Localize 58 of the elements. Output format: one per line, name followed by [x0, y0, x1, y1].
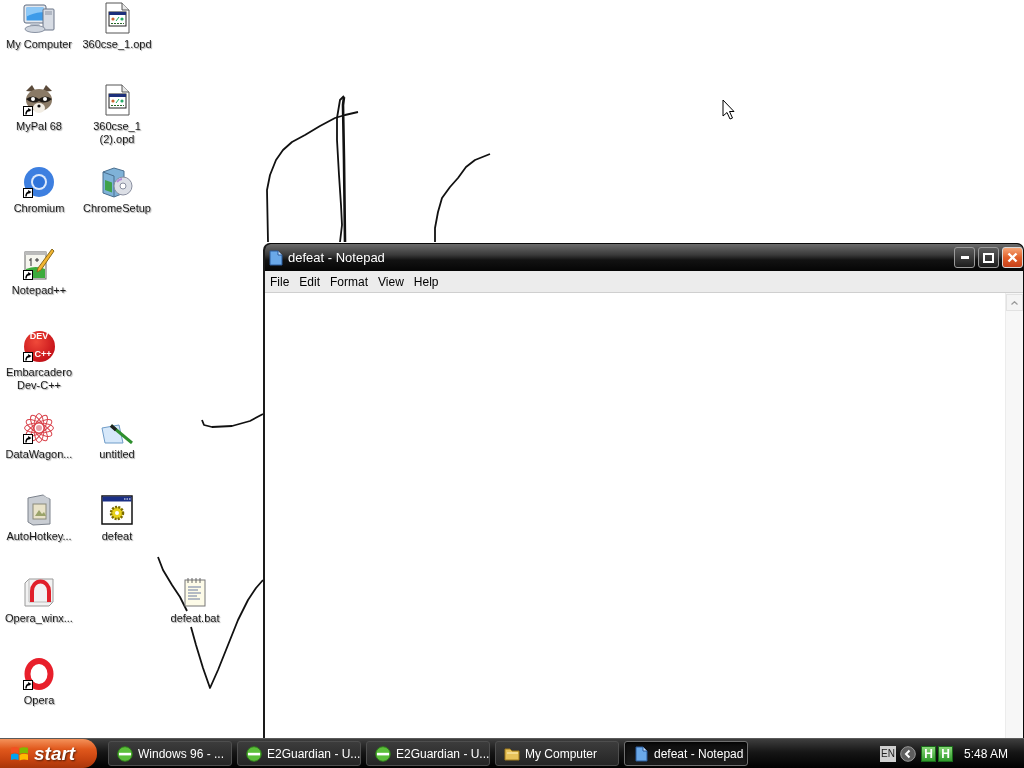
icon-label[interactable]: untitled [99, 448, 135, 461]
icon-label[interactable]: ChromeSetup [83, 202, 151, 215]
computer-icon[interactable] [23, 2, 55, 34]
chevron-icon[interactable] [899, 745, 916, 762]
clock[interactable]: 5:48 AM [963, 746, 1008, 761]
circle-logo-icon[interactable] [23, 166, 55, 198]
notepad-icon[interactable] [184, 577, 206, 607]
window-title: defeat - Notepad [288, 250, 386, 265]
orb-icon[interactable] [117, 745, 133, 762]
taskbar-button[interactable]: E2Guardian - U... [366, 741, 490, 766]
folder-icon[interactable] [504, 745, 520, 762]
ring-icon[interactable] [23, 658, 55, 690]
menu-item[interactable]: File [265, 271, 295, 292]
maximize-icon[interactable] [983, 252, 994, 263]
document-icon[interactable] [269, 249, 283, 266]
language-indicator[interactable]: EN [880, 745, 896, 762]
taskbar-button[interactable]: E2Guardian - U... [237, 741, 361, 766]
icon-label[interactable]: AutoHotkey... [6, 530, 72, 543]
icon-label[interactable]: Chromium [13, 202, 65, 215]
caret-up-icon[interactable] [1011, 300, 1018, 305]
menu-item[interactable]: Edit [294, 271, 326, 292]
icon-label[interactable]: defeat [101, 530, 133, 543]
menu-item[interactable]: Format [325, 271, 374, 292]
raccoon-icon[interactable] [23, 84, 55, 116]
icon-label[interactable]: 360cse_1.opd [82, 38, 152, 51]
orb-icon[interactable] [246, 745, 262, 762]
start-button[interactable]: start [0, 739, 97, 768]
orb-icon[interactable] [375, 745, 391, 762]
icon-label[interactable]: Embarcadero Dev-C++ [2, 366, 76, 392]
program-window-icon[interactable] [101, 494, 133, 526]
document-icon[interactable] [633, 745, 649, 762]
minimize-button[interactable] [954, 247, 975, 268]
installer-box-icon[interactable] [23, 576, 55, 608]
menu-item[interactable]: View [373, 271, 409, 292]
icon-label[interactable]: DataWagon... [5, 448, 73, 461]
scrollbar[interactable] [1005, 293, 1023, 738]
icon-label[interactable]: MyPal 68 [16, 120, 62, 133]
flag-icon[interactable] [10, 745, 29, 762]
icon-label[interactable]: My Computer [6, 38, 72, 51]
icon-label[interactable]: Opera [23, 694, 55, 707]
close-button[interactable] [1002, 247, 1023, 268]
icon-label[interactable]: 360cse_1 (2).opd [80, 120, 154, 146]
logo-badge[interactable]: DEV C++ [23, 330, 55, 362]
minimize-icon[interactable] [960, 256, 969, 259]
icon-label[interactable]: defeat.bat [170, 612, 220, 625]
taskbar-button[interactable]: My Computer [495, 741, 619, 766]
flower-pattern-icon[interactable] [23, 412, 55, 444]
icon-label[interactable]: Opera_winx... [5, 612, 73, 625]
taskbar-button[interactable]: defeat - Notepad [624, 741, 748, 766]
title-bar[interactable]: defeat - Notepad [265, 244, 1023, 271]
close-icon[interactable] [1007, 252, 1018, 263]
mouse-pointer-icon [722, 99, 735, 120]
software-box-icon[interactable] [101, 166, 133, 198]
maximize-button[interactable] [978, 247, 999, 268]
taskbar-button[interactable]: Windows 96 - ... [108, 741, 232, 766]
paint-image-icon[interactable] [101, 424, 133, 444]
icon-label[interactable]: Notepad++ [11, 284, 67, 297]
menu-item[interactable]: Help [408, 271, 444, 292]
